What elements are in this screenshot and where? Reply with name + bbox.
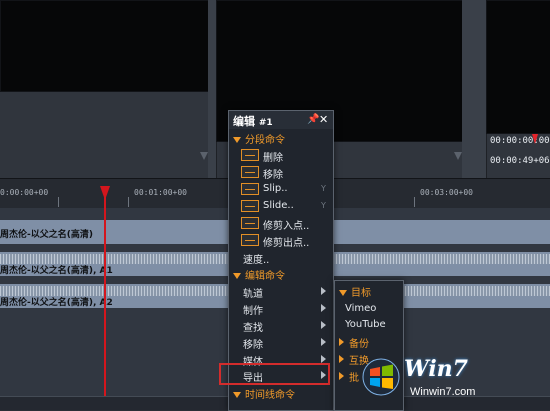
menu-item-youtube[interactable]: YouTube (345, 319, 386, 330)
expand-triangle-icon (233, 392, 241, 398)
source-viewer (0, 0, 210, 92)
clip-label: 周杰伦-以父之名(高清) (0, 230, 93, 240)
menu-item-speed[interactable]: 速度.. (243, 251, 269, 266)
menu-item-slip[interactable]: Slip.. (263, 183, 288, 194)
submenu-arrow-icon (321, 304, 326, 312)
viewer-position-marker-icon[interactable] (532, 134, 538, 144)
expand-arrow-icon (339, 338, 344, 346)
section-edit-commands[interactable]: 编辑命令 (233, 267, 285, 282)
expand-arrow-icon (339, 355, 344, 363)
delete-icon (241, 149, 259, 161)
menu-item-remove[interactable]: 移除 (263, 166, 283, 181)
menu-item-slide[interactable]: Slide.. (263, 200, 294, 211)
ruler-tick: 0:00:00+00 (0, 188, 49, 197)
submenu-more[interactable]: 批 (349, 369, 359, 384)
collapse-triangle-icon (233, 273, 241, 279)
windows-logo-icon (362, 358, 400, 396)
slide-hint-icon: Y (321, 201, 326, 210)
playhead-line[interactable] (104, 194, 106, 399)
menu-item-find[interactable]: 查找 (243, 319, 263, 334)
menu-item-vimeo[interactable]: Vimeo (345, 303, 376, 314)
menu-item-delete[interactable]: 删除 (263, 149, 283, 164)
clip-label: 周杰伦-以父之名(高清), A2 (0, 298, 113, 308)
watermark: Win7 Winwin7.com (362, 356, 550, 409)
expand-arrow-icon (339, 372, 344, 380)
submenu-arrow-icon (321, 287, 326, 295)
viewer-current-timecode: 00:00:00:00 (490, 136, 550, 146)
menu-item-trim-in[interactable]: 修剪入点.. (263, 217, 309, 232)
section-timeline-commands[interactable]: 时间线命令 (233, 386, 295, 401)
slip-icon (241, 183, 259, 195)
submenu-backup[interactable]: 备份 (349, 335, 369, 350)
menu-item-make[interactable]: 制作 (243, 302, 263, 317)
ruler-tick: 00:03:00+00 (420, 188, 473, 197)
ruler-line (58, 197, 59, 207)
section-segment-commands[interactable]: 分段命令 (233, 131, 285, 146)
watermark-brand: Win7 (404, 356, 468, 382)
submenu-arrow-icon (321, 321, 326, 329)
clip-label: 周杰伦-以父之名(高清), A1 (0, 266, 113, 276)
menu-item-remove-edit[interactable]: 移除 (243, 336, 263, 351)
submenu-arrow-icon (321, 355, 326, 363)
record-viewer (486, 0, 550, 134)
ruler-line (414, 197, 415, 207)
menu-item-trim-out[interactable]: 修剪出点.. (263, 234, 309, 249)
ruler-line (128, 197, 129, 207)
trim-in-icon (241, 217, 259, 229)
viewer-divider-right (462, 0, 487, 178)
export-highlight-box (219, 363, 330, 385)
trim-out-icon (241, 234, 259, 246)
ruler-tick: 00:01:00+00 (134, 188, 187, 197)
submenu-target-header[interactable]: 目标 (339, 284, 371, 299)
pin-icon[interactable]: 📌 (307, 114, 319, 125)
collapse-triangle-icon (339, 290, 347, 296)
palette-title: 编辑 #1 (233, 115, 273, 128)
submenu-arrow-icon (321, 338, 326, 346)
close-icon[interactable]: ✕ (319, 113, 328, 126)
slip-hint-icon: Y (321, 184, 326, 193)
watermark-url: Winwin7.com (410, 386, 476, 398)
slide-icon (241, 200, 259, 212)
palette-header[interactable]: 编辑 #1 📌 ✕ (229, 111, 333, 129)
playhead-marker-icon[interactable] (100, 186, 110, 200)
viewer-duration-timecode: 00:00:49+06 (490, 156, 550, 166)
menu-item-track[interactable]: 轨道 (243, 285, 263, 300)
collapse-triangle-icon (233, 137, 241, 143)
remove-icon (241, 166, 259, 178)
